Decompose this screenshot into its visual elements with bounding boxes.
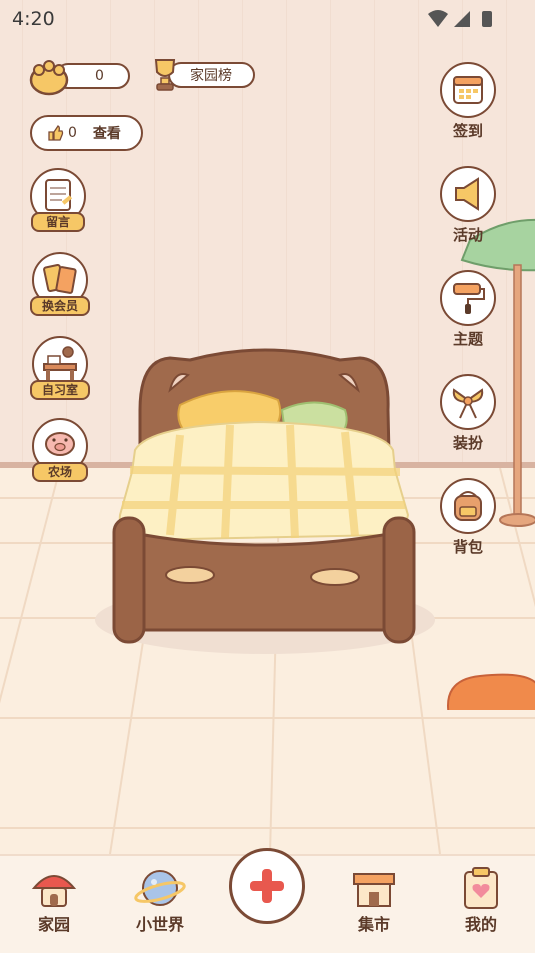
status-icons xyxy=(428,10,492,27)
floor-lamp-pole xyxy=(513,264,522,516)
calendar-icon xyxy=(440,62,496,118)
bed-footboard xyxy=(116,528,412,632)
left-menu-label: 换会员 xyxy=(30,296,90,316)
right-menu-label: 装扮 xyxy=(452,434,483,452)
lollipop-bow-icon xyxy=(440,374,496,430)
paw-coin-icon xyxy=(29,60,69,96)
nav-mine[interactable]: 我的 xyxy=(441,866,521,936)
likes-pill[interactable]: 0 查看 xyxy=(30,115,143,151)
battery-icon xyxy=(482,11,492,27)
nav-label: 家园 xyxy=(37,915,70,934)
paint-roller-icon xyxy=(440,270,496,326)
mushroom-house-icon xyxy=(31,875,77,907)
view-link[interactable]: 查看 xyxy=(93,123,121,143)
nav-label: 集市 xyxy=(357,915,390,934)
right-menu-label: 活动 xyxy=(452,226,483,244)
nav-label: 我的 xyxy=(464,915,497,934)
planet-icon xyxy=(134,870,186,906)
megaphone-icon xyxy=(440,166,496,222)
right-menu-label: 背包 xyxy=(452,538,483,556)
beanbag xyxy=(447,673,535,710)
left-menu-label: 留言 xyxy=(31,212,85,232)
backpack-icon xyxy=(440,478,496,534)
left-menu-farm[interactable]: 农场 xyxy=(32,418,88,482)
ranking-label: 家园榜 xyxy=(190,68,232,84)
trophy-icon xyxy=(154,59,176,91)
likes-value: 0 xyxy=(68,125,77,141)
status-time: 4:20 xyxy=(12,8,55,30)
coins-value: 0 xyxy=(95,68,104,84)
right-menu-backpack[interactable]: 背包 xyxy=(440,478,496,556)
right-menu-label: 主题 xyxy=(452,330,483,348)
thumb-icon xyxy=(48,125,64,141)
right-menu-label: 签到 xyxy=(452,122,483,140)
fish-cutout-left xyxy=(165,566,215,584)
right-menu-themes[interactable]: 主题 xyxy=(440,270,496,348)
nav-home[interactable]: 家园 xyxy=(14,866,94,936)
right-menu-events[interactable]: 活动 xyxy=(440,166,496,244)
nav-market[interactable]: 集市 xyxy=(334,866,414,936)
wifi-icon xyxy=(428,10,448,27)
left-menu-label: 自习室 xyxy=(30,380,90,400)
right-menu-dressup[interactable]: 装扮 xyxy=(440,374,496,452)
add-button[interactable] xyxy=(229,848,305,924)
add-icon xyxy=(250,869,284,903)
signal-icon xyxy=(454,11,470,27)
clipboard-heart-icon xyxy=(464,867,498,909)
left-menu-label: 农场 xyxy=(32,462,88,482)
market-stall-icon xyxy=(353,873,395,907)
nav-label: 小世界 xyxy=(135,915,184,934)
bed-blanket xyxy=(118,420,410,542)
right-menu-checkin[interactable]: 签到 xyxy=(440,62,496,140)
left-menu-notes[interactable]: 留言 xyxy=(30,168,86,232)
left-menu-membership[interactable]: 换会员 xyxy=(30,252,90,316)
fish-cutout-right xyxy=(310,568,360,586)
left-menu-study-room[interactable]: 自习室 xyxy=(30,336,90,400)
nav-small-world[interactable]: 小世界 xyxy=(120,866,200,936)
